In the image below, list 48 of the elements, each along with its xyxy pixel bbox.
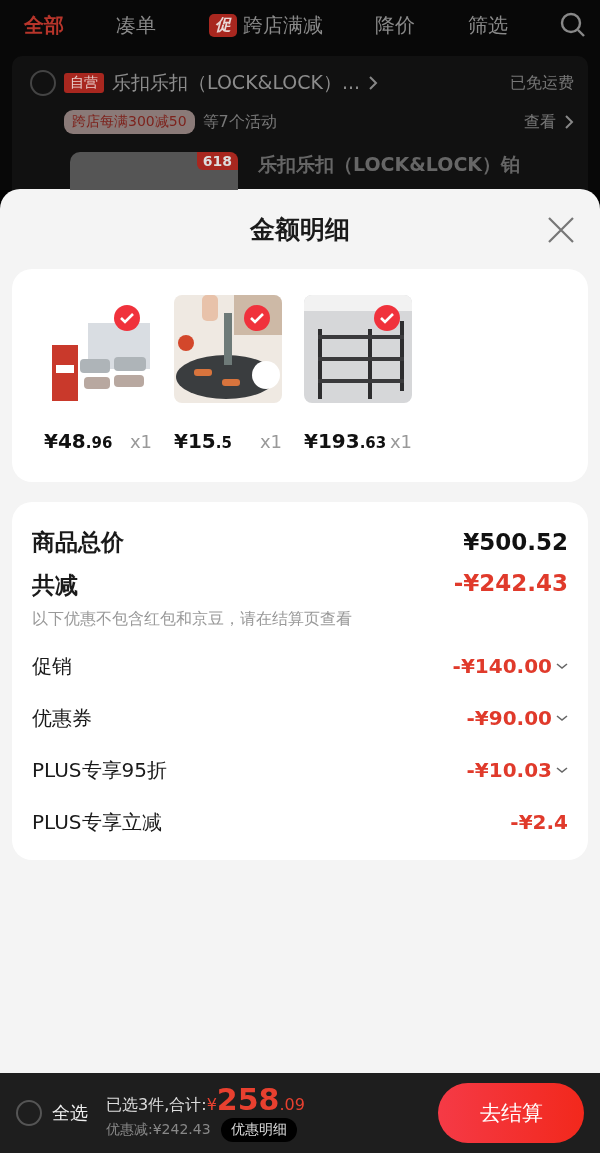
- store-checkbox[interactable]: [30, 70, 56, 96]
- filter-tab[interactable]: 全部: [24, 11, 64, 39]
- breakdown-label: 共减: [32, 571, 79, 600]
- filter-tab[interactable]: 凑单: [116, 11, 157, 39]
- filter-tab[interactable]: 筛选: [467, 11, 508, 39]
- expand-chevron-icon[interactable]: [556, 662, 568, 670]
- product-title: 乐扣乐扣（LOCK&LOCK）铂: [258, 152, 521, 177]
- item-price: ¥48.96: [44, 429, 113, 453]
- sale-tag: 618: [196, 152, 238, 170]
- item-quantity: x1: [259, 431, 282, 452]
- self-operated-tag: 自营: [64, 73, 104, 93]
- chevron-icon: [368, 75, 379, 91]
- filter-tab[interactable]: 促 跨店满减: [208, 11, 323, 39]
- select-all-checkbox[interactable]: [16, 1100, 42, 1126]
- checkout-button[interactable]: 去结算: [438, 1083, 584, 1143]
- breakdown-label: 优惠券: [32, 704, 92, 732]
- breakdown-label: 促销: [32, 652, 72, 680]
- discount-detail-button[interactable]: 优惠明细: [220, 1117, 297, 1142]
- store-name[interactable]: 乐扣乐扣（LOCK&LOCK）...: [112, 70, 361, 96]
- breakdown-note: 以下优惠不包含红包和京豆，请在结算页查看: [32, 609, 352, 630]
- expand-chevron-icon[interactable]: [556, 714, 568, 722]
- chevron-icon: [564, 114, 574, 130]
- item-quantity: x1: [389, 431, 412, 452]
- search-icon[interactable]: [559, 12, 586, 38]
- breakdown-amount[interactable]: -¥140.00: [452, 654, 552, 678]
- breakdown-amount: ¥500.52: [463, 529, 568, 555]
- expand-chevron-icon[interactable]: [556, 766, 568, 774]
- promo-badge: 促: [208, 13, 237, 37]
- breakdown-label: PLUS专享立减: [32, 808, 162, 836]
- breakdown-amount[interactable]: -¥90.00: [466, 706, 552, 730]
- sheet-title: 金额明细: [250, 213, 350, 246]
- breakdown-amount[interactable]: -¥10.03: [466, 758, 552, 782]
- select-all-label[interactable]: 全选: [52, 1101, 88, 1125]
- breakdown-label: 商品总价: [32, 527, 124, 557]
- view-link[interactable]: 查看: [524, 111, 556, 133]
- item-quantity: x1: [129, 431, 152, 452]
- promo-note: 等7个活动: [202, 111, 277, 133]
- item-price: ¥15.5: [174, 429, 232, 453]
- discount-text: 优惠减:¥242.43: [106, 1120, 211, 1139]
- item-price: ¥193.63: [304, 429, 387, 453]
- summary-label: 已选3件,合计:: [106, 1094, 207, 1116]
- shipping-status: 已免运费: [510, 72, 574, 94]
- close-button[interactable]: [546, 215, 576, 245]
- total-price: ¥258.09: [206, 1084, 305, 1115]
- filter-tab[interactable]: 降价: [375, 11, 416, 39]
- breakdown-amount: -¥2.4: [510, 810, 568, 834]
- breakdown-amount: -¥242.43: [453, 570, 568, 596]
- breakdown-label: PLUS专享95折: [32, 756, 167, 784]
